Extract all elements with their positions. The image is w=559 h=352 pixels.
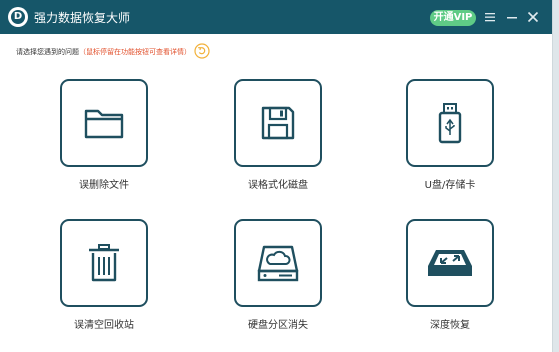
trash-bin-icon	[89, 244, 119, 282]
minimize-icon[interactable]	[503, 8, 521, 26]
option-usb-memory-card[interactable]	[406, 79, 494, 167]
option-label: 误格式化磁盘	[248, 180, 308, 191]
title-bar: D 强力数据恢复大师 开通VIP	[0, 0, 552, 34]
hint-text: 请选择您遇到的问题（鼠标停留在功能按钮可查看详情）	[16, 44, 191, 60]
menu-icon[interactable]	[481, 8, 499, 26]
hint-main-text: 请选择您遇到的问题	[16, 48, 79, 56]
usb-drive-icon	[438, 103, 462, 144]
option-partition-lost[interactable]	[234, 219, 322, 307]
option-label: 深度恢复	[430, 320, 470, 331]
hint-sub-text: （鼠标停留在功能按钮可查看详情）	[79, 48, 191, 56]
refresh-arrow-icon[interactable]	[194, 43, 210, 59]
hard-drive-cloud-icon	[257, 245, 299, 282]
floppy-disk-icon	[261, 106, 295, 140]
open-vip-button[interactable]: 开通VIP	[430, 10, 476, 26]
app-title: 强力数据恢复大师	[34, 11, 131, 25]
option-label: 硬盘分区消失	[248, 320, 308, 331]
option-label: U盘/存储卡	[424, 180, 476, 191]
deep-recovery-icon	[428, 250, 472, 276]
folder-icon	[84, 109, 124, 139]
window-edge	[553, 0, 559, 352]
option-label: 误删除文件	[79, 180, 129, 191]
close-icon[interactable]	[524, 8, 542, 26]
option-emptied-recycle-bin[interactable]	[60, 219, 148, 307]
option-misformatted-disk[interactable]	[234, 79, 322, 167]
option-deep-recovery[interactable]	[406, 219, 494, 307]
app-window: D 强力数据恢复大师 开通VIP 请选择您遇到的问题（鼠标停留在功能按钮可查看详…	[0, 0, 553, 352]
app-logo-glyph: D	[11, 10, 25, 24]
app-logo-icon: D	[8, 7, 28, 27]
option-label: 误清空回收站	[74, 320, 134, 331]
option-misdeleted-files[interactable]	[60, 79, 148, 167]
